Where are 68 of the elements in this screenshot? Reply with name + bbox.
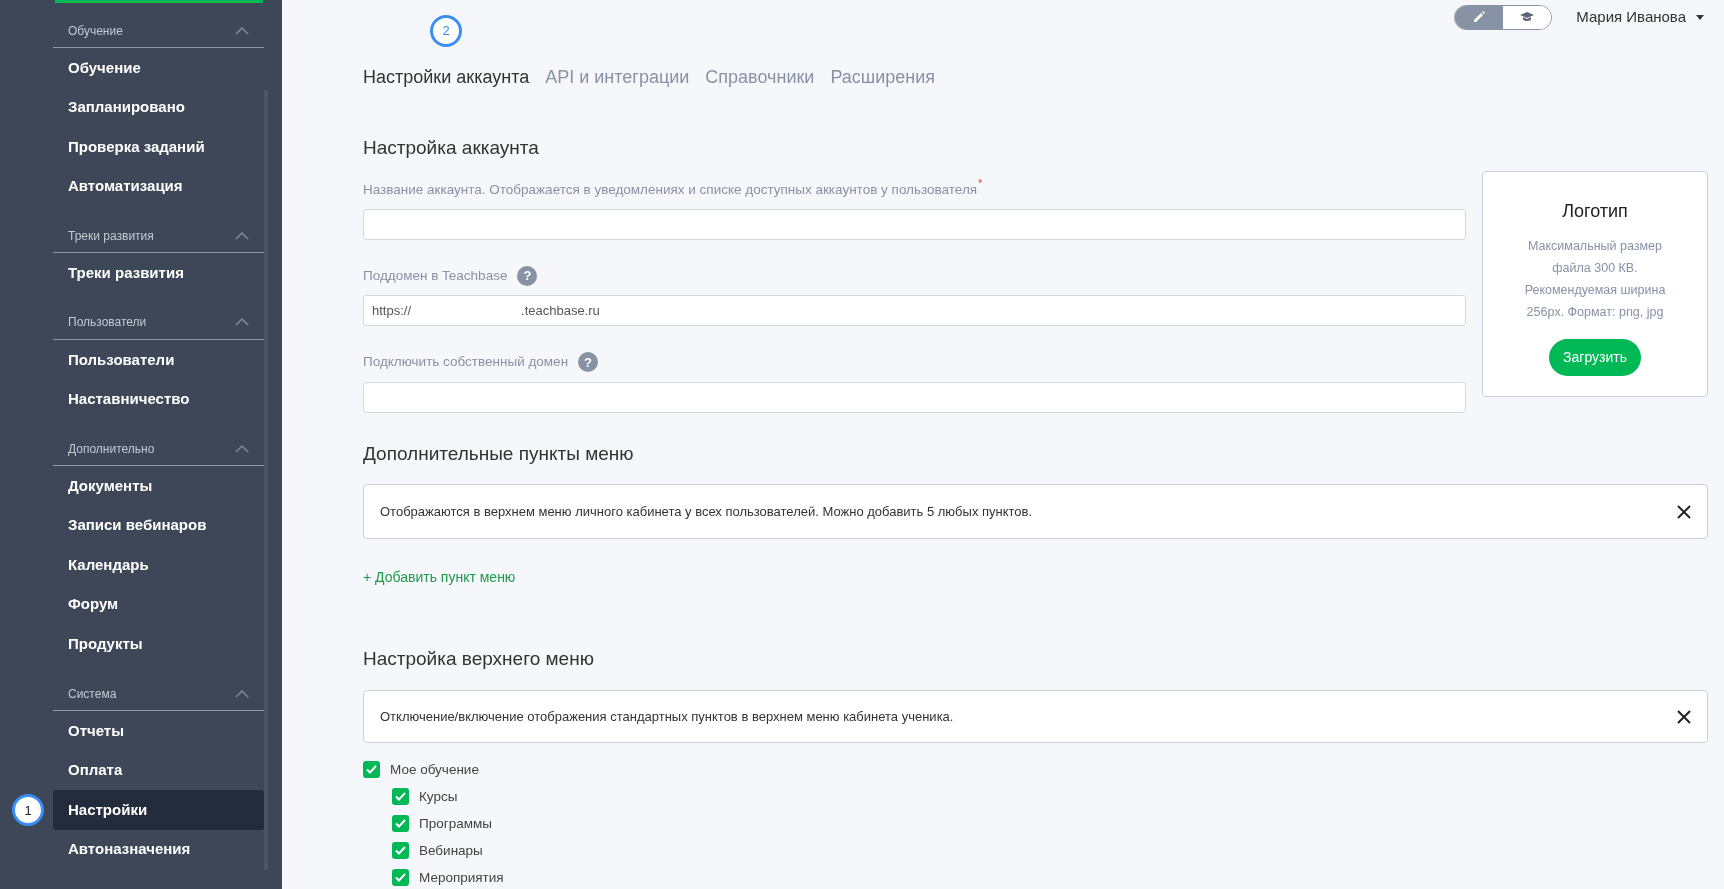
step-marker: 2	[430, 15, 463, 47]
notice-text: Отображаются в верхнем меню личного кабинета у всех пользователей. Можно добавить 5 любых пунктов.	[380, 503, 1033, 522]
sidebar-item[interactable]: Наставничество	[53, 379, 264, 420]
sidebar-item[interactable]: Оплата	[53, 750, 264, 791]
sidebar-item[interactable]: Продукты	[53, 624, 264, 665]
card-title: Логотип	[1561, 200, 1629, 223]
sidebar-item[interactable]: Настройки	[53, 790, 264, 830]
notice-text: Отключение/включение отображения стандартных пунктов в верхнем меню кабинета ученика.	[380, 707, 954, 726]
section-header[interactable]: Треки развития	[53, 219, 264, 254]
section-title: Настройка аккаунта	[363, 137, 540, 160]
sidebar-item[interactable]: Форум	[53, 584, 264, 625]
close-icon[interactable]	[1677, 504, 1691, 519]
section-header[interactable]: Пользователи	[53, 305, 264, 340]
pencil-icon	[1471, 9, 1488, 25]
step-marker: 1	[12, 794, 44, 827]
section-header[interactable]: Обучение	[53, 14, 264, 48]
input-field[interactable]	[363, 381, 1466, 413]
checkbox-label: Мероприятия	[419, 868, 504, 887]
chevron-up-icon[interactable]	[235, 689, 249, 698]
user-name: Мария Иванова	[1576, 6, 1686, 27]
field-label: Название аккаунта. Отображается в уведомлениях и списке доступных аккаунтов у пользователя$^{*}$	[363, 179, 983, 199]
sidebar-item[interactable]: Календарь	[53, 545, 264, 585]
sidebar-item[interactable]: Отчеты	[53, 711, 264, 751]
sidebar-item[interactable]: Автоматизация	[53, 166, 264, 207]
input-field[interactable]: https:// .teachbase.ru	[363, 295, 1466, 327]
chevron-up-icon[interactable]	[235, 318, 249, 327]
input-field[interactable]	[363, 209, 1466, 241]
sidebar-item[interactable]: Запланировано	[53, 87, 264, 128]
checkbox[interactable]	[363, 761, 380, 779]
close-icon[interactable]	[1677, 709, 1691, 724]
sidebar-item[interactable]: Треки развития	[53, 253, 264, 293]
section-title: Треки развития	[68, 227, 154, 245]
field-label: Подключить собственный домен	[363, 353, 569, 372]
checkbox[interactable]	[392, 842, 409, 860]
section-header[interactable]: Дополнительно	[53, 432, 264, 467]
field-label: Поддомен в Teachbase	[363, 267, 508, 286]
checkbox-label: Мое обучение	[390, 760, 479, 779]
sidebar-item[interactable]: Проверка заданий	[53, 127, 264, 167]
sidebar-item[interactable]: Записи вебинаров	[53, 505, 264, 546]
tab[interactable]: Настройки аккаунта	[363, 64, 530, 91]
section-title: Система	[68, 685, 117, 703]
sidebar-item[interactable]: Документы	[53, 466, 264, 506]
section-header[interactable]: Система	[53, 677, 264, 712]
section-title: Дополнительно	[68, 440, 155, 458]
section-title: Обучение	[68, 22, 123, 40]
chevron-up-icon[interactable]	[235, 231, 249, 240]
checkbox-label: Вебинары	[419, 841, 483, 860]
mode-toggle[interactable]	[1455, 5, 1504, 29]
user-menu[interactable]: Мария Иванова	[1576, 5, 1704, 29]
checkbox-label: Программы	[419, 814, 492, 833]
section-title: Дополнительные пункты меню	[363, 442, 635, 466]
section-title: Настройка верхнего меню	[363, 648, 595, 672]
checkbox[interactable]	[392, 788, 409, 806]
card-description: Максимальный размер файла 300 КВ. Рекомендуемая ширина 256px. Формат: png, jpg	[1523, 238, 1667, 321]
checkbox[interactable]	[392, 815, 409, 833]
sidebar-item[interactable]: Автоназначения	[53, 829, 264, 870]
chevron-up-icon[interactable]	[235, 444, 249, 453]
caret-icon	[1696, 14, 1704, 20]
mode-toggle[interactable]	[1503, 5, 1552, 29]
required-mark: *	[978, 176, 983, 189]
sidebar-item[interactable]: Пользователи	[53, 339, 264, 380]
field-prefix: https://	[372, 302, 412, 321]
chevron-up-icon[interactable]	[235, 26, 249, 35]
checkbox-label: Курсы	[419, 787, 458, 806]
field-suffix: .teachbase.ru	[521, 302, 600, 321]
section-title: Пользователи	[68, 314, 147, 332]
sidebar-item[interactable]: Обучение	[53, 48, 264, 88]
checkbox[interactable]	[392, 869, 409, 887]
